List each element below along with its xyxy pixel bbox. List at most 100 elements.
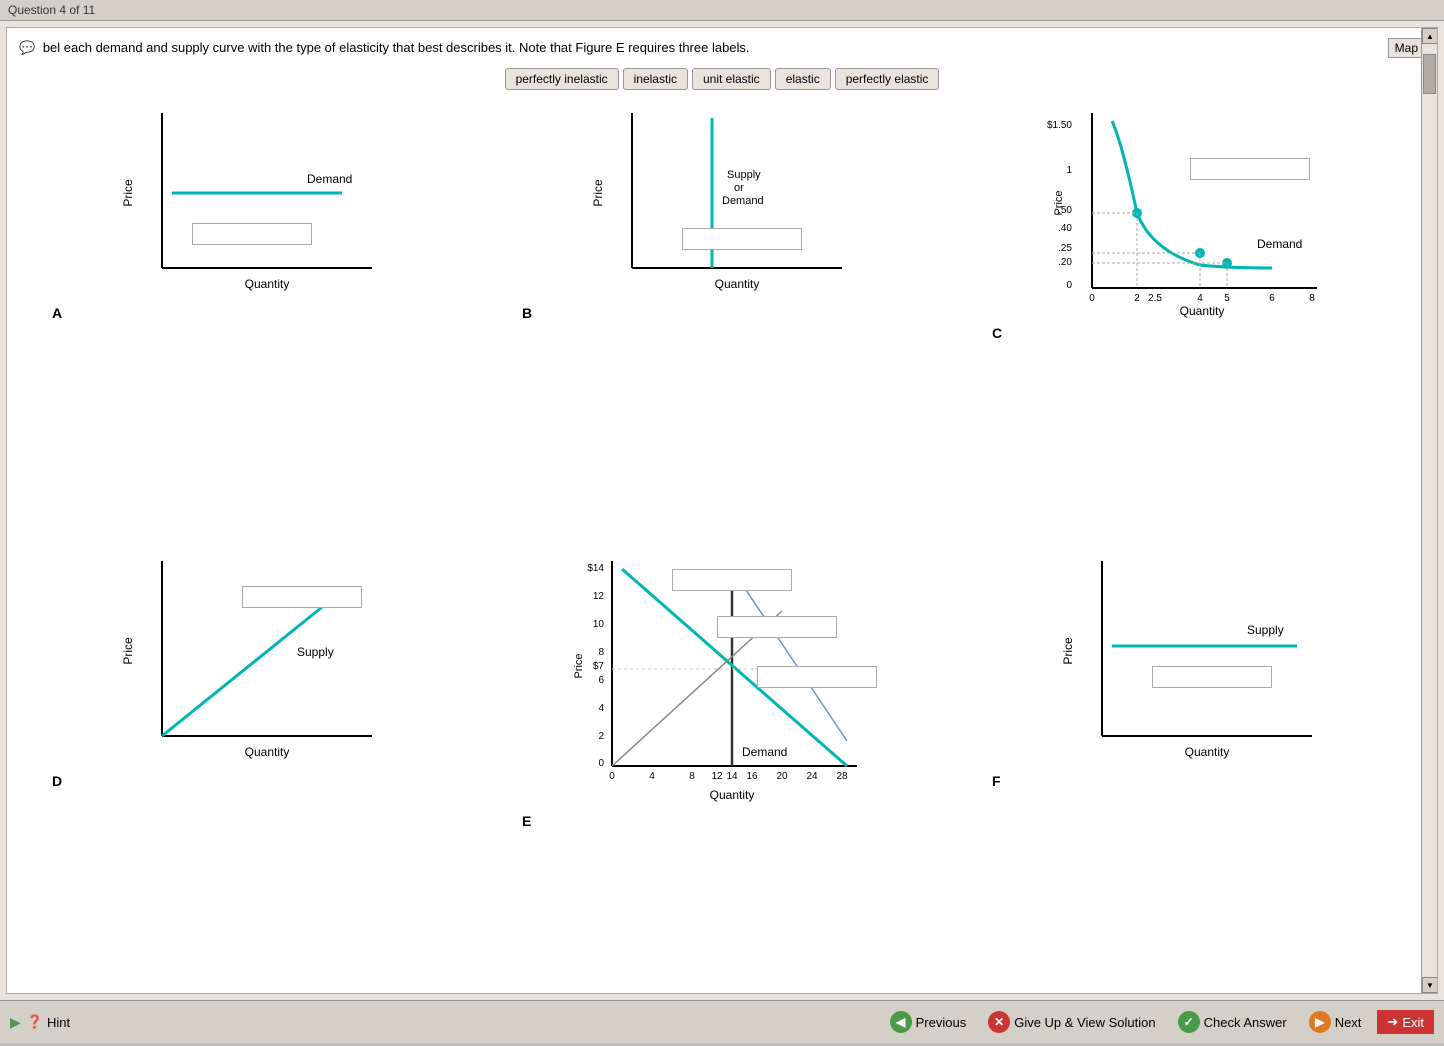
svg-text:Quantity: Quantity [1185, 745, 1230, 759]
next-icon: ▶ [1309, 1011, 1331, 1033]
graph-b-svg: Price Quantity Supply or Demand [582, 103, 862, 303]
option-perfectly-elastic[interactable]: perfectly elastic [835, 68, 940, 90]
graph-label-b: B [522, 305, 532, 321]
question-text: 💬 bel each demand and supply curve with … [19, 38, 1378, 58]
bottom-bar: ▶ ❓ Hint ◀ Previous ✕ Give Up & View Sol… [0, 1000, 1444, 1043]
scrollbar[interactable]: ▲ ▼ [1421, 28, 1437, 993]
svg-text:Supply: Supply [297, 645, 334, 659]
svg-text:Price: Price [591, 179, 605, 207]
svg-text:28: 28 [836, 771, 848, 782]
play-icon: ▶ [10, 1014, 21, 1031]
svg-text:16: 16 [746, 771, 758, 782]
svg-text:Demand: Demand [1257, 237, 1302, 251]
svg-text:.40: .40 [1058, 223, 1072, 234]
svg-text:0: 0 [609, 771, 615, 782]
graph-label-d: D [52, 773, 62, 789]
svg-text:.25: .25 [1058, 243, 1072, 254]
graph-a-svg: Price Quantity Demand [112, 103, 392, 303]
give-up-icon: ✕ [988, 1011, 1010, 1033]
hint-icon: ❓ [27, 1014, 43, 1030]
svg-text:6: 6 [1269, 293, 1275, 304]
option-elastic[interactable]: elastic [775, 68, 831, 90]
graphs-container: Price Quantity Demand A [7, 98, 1437, 993]
content-area: 💬 bel each demand and supply curve with … [6, 27, 1438, 994]
svg-text:8: 8 [689, 771, 695, 782]
graph-cell-b: Price Quantity Supply or Demand B [487, 98, 957, 546]
svg-text:0: 0 [1066, 280, 1072, 291]
svg-text:.20: .20 [1058, 257, 1072, 268]
scroll-down-button[interactable]: ▼ [1422, 977, 1438, 993]
bottom-right: ◀ Previous ✕ Give Up & View Solution ✓ C… [884, 1007, 1434, 1037]
svg-text:24: 24 [806, 771, 818, 782]
answer-box-a[interactable] [192, 223, 312, 245]
svg-text:Demand: Demand [742, 745, 787, 759]
graph-cell-e: Price $14 12 10 8 $7 6 4 2 0 0 4 8 12 [487, 546, 957, 994]
svg-text:0: 0 [598, 758, 604, 769]
scroll-up-button[interactable]: ▲ [1422, 28, 1438, 44]
svg-text:2: 2 [598, 731, 604, 742]
svg-text:Demand: Demand [307, 172, 352, 186]
svg-text:4: 4 [1197, 293, 1203, 304]
graph-label-e: E [522, 813, 531, 829]
svg-text:2.5: 2.5 [1148, 293, 1162, 304]
map-button[interactable]: Map [1388, 38, 1425, 58]
answer-box-b[interactable] [682, 228, 802, 250]
option-perfectly-inelastic[interactable]: perfectly inelastic [505, 68, 619, 90]
exit-button[interactable]: ➜ Exit [1377, 1010, 1434, 1034]
answer-box-e-top[interactable] [672, 569, 792, 591]
check-icon: ✓ [1178, 1011, 1200, 1033]
svg-text:4: 4 [649, 771, 655, 782]
svg-text:8: 8 [598, 647, 604, 658]
svg-text:Price: Price [1061, 637, 1075, 665]
svg-text:12: 12 [711, 771, 723, 782]
scroll-thumb[interactable] [1423, 54, 1436, 94]
main-container: 💬 bel each demand and supply curve with … [0, 21, 1444, 1043]
graph-cell-a: Price Quantity Demand A [17, 98, 487, 546]
answer-box-c-top[interactable] [1190, 158, 1310, 180]
svg-text:0: 0 [1089, 293, 1095, 304]
graph-label-f: F [992, 773, 1001, 789]
option-unit-elastic[interactable]: unit elastic [692, 68, 771, 90]
svg-text:Price: Price [121, 637, 135, 665]
svg-text:$14: $14 [587, 563, 604, 574]
answer-box-f[interactable] [1152, 666, 1272, 688]
graph-e-svg: Price $14 12 10 8 $7 6 4 2 0 0 4 8 12 [562, 551, 882, 811]
answer-box-e-bot[interactable] [757, 666, 877, 688]
graph-label-a: A [52, 305, 62, 321]
svg-text:Quantity: Quantity [245, 277, 290, 291]
svg-text:$7: $7 [593, 661, 605, 672]
svg-text:12: 12 [593, 591, 605, 602]
option-inelastic[interactable]: inelastic [623, 68, 688, 90]
graph-cell-d: Price Quantity Supply D [17, 546, 487, 994]
svg-text:Quantity: Quantity [1180, 304, 1225, 318]
svg-text:Quantity: Quantity [710, 788, 755, 802]
answer-box-d[interactable] [242, 586, 362, 608]
graph-c-svg: Price $1.50 1 .50 .40 .25 .20 0 0 2 2.5 … [1042, 103, 1342, 323]
svg-text:or: or [734, 182, 744, 194]
svg-text:Supply: Supply [727, 169, 761, 181]
graph-d-svg: Price Quantity Supply [112, 551, 392, 771]
next-button[interactable]: ▶ Next [1303, 1007, 1368, 1037]
hint-button[interactable]: ❓ Hint [27, 1014, 70, 1030]
scroll-track [1422, 44, 1437, 977]
elasticity-options: perfectly inelastic inelastic unit elast… [7, 64, 1437, 98]
title-bar: Question 4 of 11 [0, 0, 1444, 21]
graph-f-svg: Price Quantity Supply [1052, 551, 1332, 771]
previous-icon: ◀ [890, 1011, 912, 1033]
svg-text:1: 1 [1066, 165, 1072, 176]
check-answer-button[interactable]: ✓ Check Answer [1172, 1007, 1293, 1037]
graph-cell-c: Price $1.50 1 .50 .40 .25 .20 0 0 2 2.5 … [957, 98, 1427, 546]
svg-text:Demand: Demand [722, 195, 764, 207]
svg-text:20: 20 [776, 771, 788, 782]
graph-cell-f: Price Quantity Supply F [957, 546, 1427, 994]
question-header: 💬 bel each demand and supply curve with … [7, 28, 1437, 64]
svg-text:Price: Price [121, 179, 135, 207]
svg-text:6: 6 [598, 675, 604, 686]
give-up-button[interactable]: ✕ Give Up & View Solution [982, 1007, 1161, 1037]
svg-text:2: 2 [1134, 293, 1140, 304]
answer-box-e-mid[interactable] [717, 616, 837, 638]
previous-button[interactable]: ◀ Previous [884, 1007, 973, 1037]
svg-text:10: 10 [593, 619, 605, 630]
bottom-left: ▶ ❓ Hint [10, 1014, 70, 1031]
svg-text:$1.50: $1.50 [1047, 120, 1072, 131]
